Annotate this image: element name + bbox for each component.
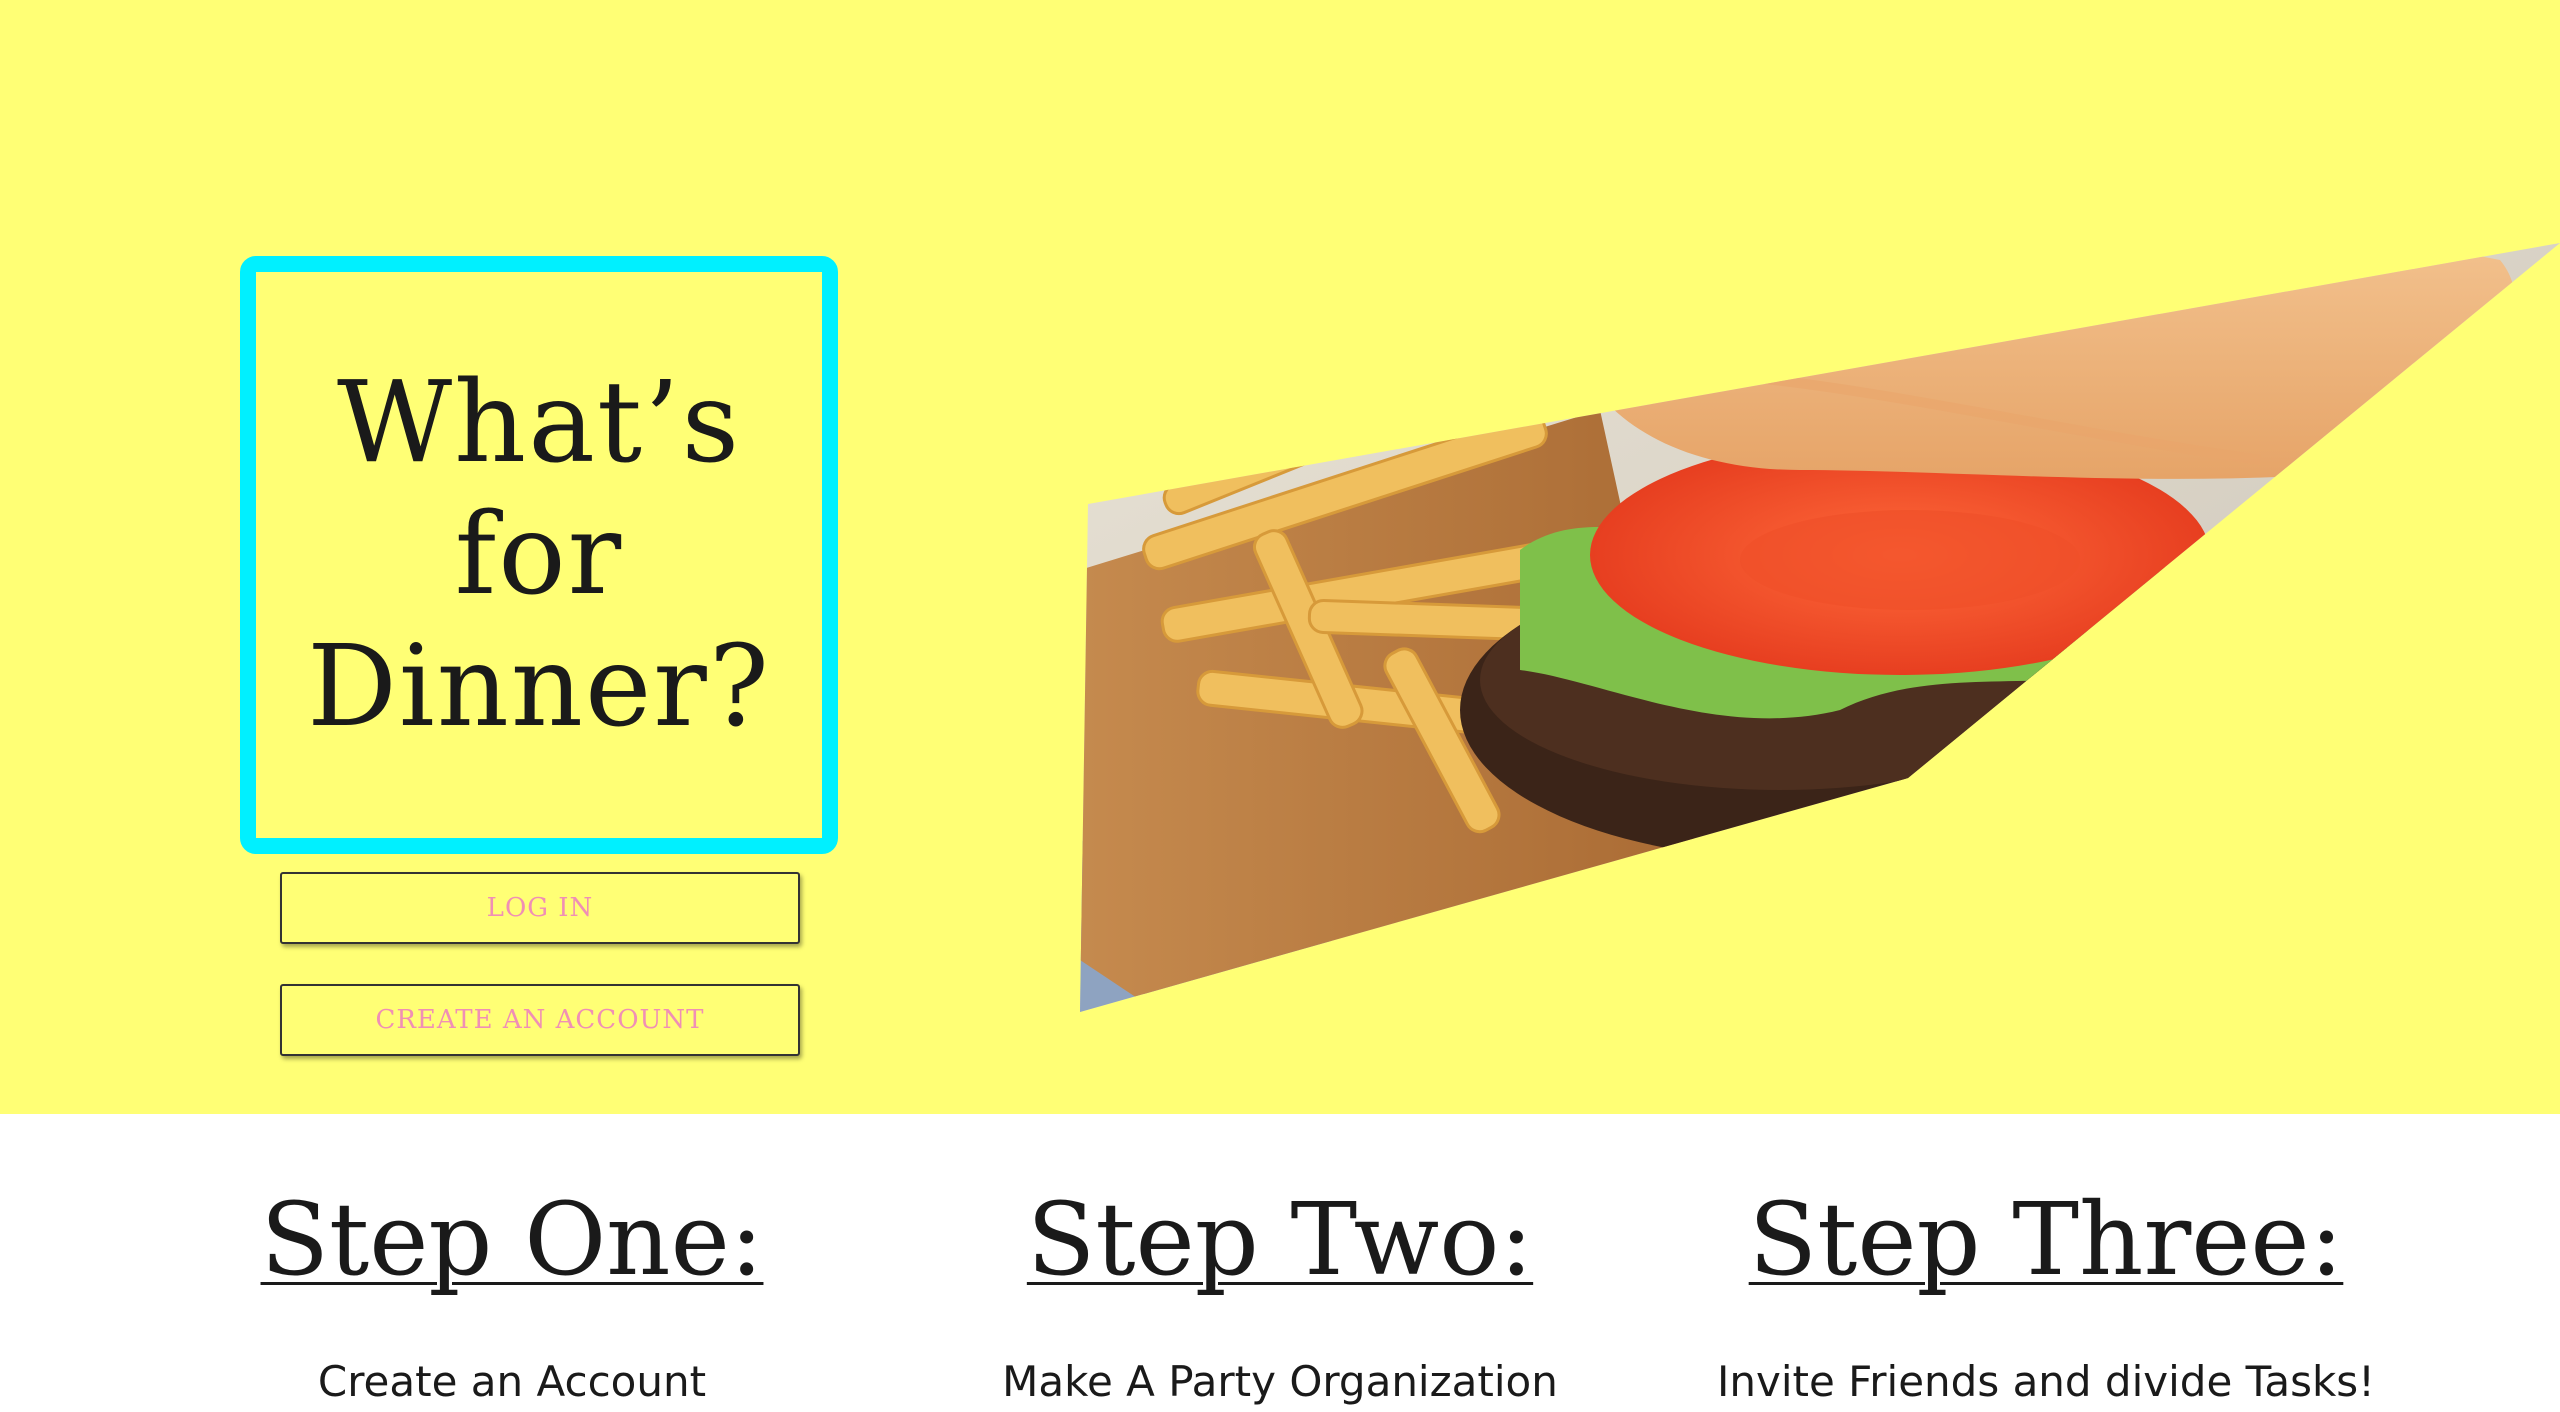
burger-and-fries-photo bbox=[1080, 243, 2560, 1012]
steps-section: Step One: Create an Account Step Two: Ma… bbox=[0, 1114, 2560, 1406]
step-two-heading: Step Two: bbox=[1026, 1181, 1534, 1298]
step-two-text: Make A Party Organization bbox=[1002, 1357, 1558, 1406]
login-button[interactable]: LOG IN bbox=[280, 872, 800, 944]
title-frame: What’s for Dinner? bbox=[240, 256, 838, 854]
step-one-text: Create an Account bbox=[317, 1357, 707, 1406]
step-three-heading: Step Three: bbox=[1748, 1181, 2344, 1298]
step-three-text: Invite Friends and divide Tasks! bbox=[1716, 1357, 2375, 1406]
page-title: What’s for Dinner? bbox=[307, 358, 771, 752]
step-one-heading: Step One: bbox=[260, 1181, 764, 1298]
hero-section: What’s for Dinner? LOG IN CREATE AN ACCO… bbox=[0, 0, 2560, 1114]
create-account-button[interactable]: CREATE AN ACCOUNT bbox=[280, 984, 800, 1056]
